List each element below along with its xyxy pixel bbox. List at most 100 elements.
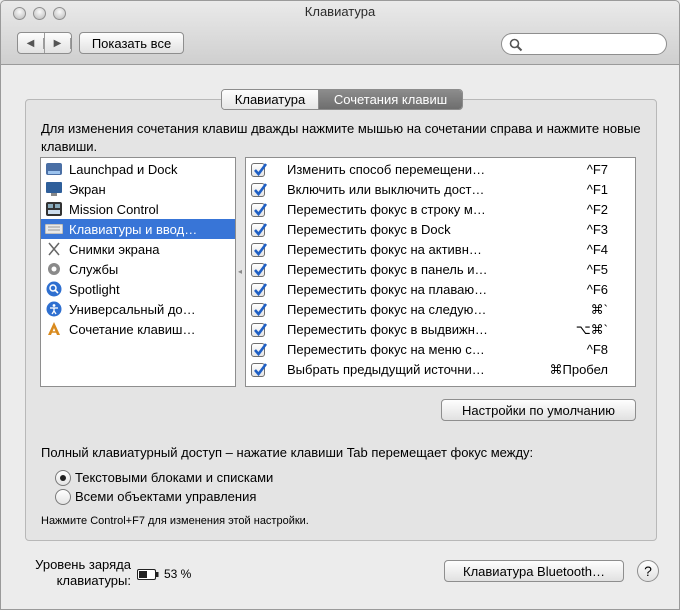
checkmark-icon	[254, 343, 268, 357]
shortcut-checkbox[interactable]	[251, 263, 268, 277]
split-view-divider[interactable]: ◂	[238, 267, 242, 276]
shortcut-checkbox[interactable]	[251, 183, 268, 197]
back-button[interactable]: ◀	[18, 33, 45, 53]
mission-control-icon	[45, 201, 63, 217]
checkmark-icon	[254, 183, 268, 197]
screenshot-icon	[45, 241, 63, 257]
back-arrow-icon: ◀	[18, 37, 44, 49]
checkmark-icon	[254, 163, 268, 177]
category-item-services[interactable]: Службы	[41, 259, 235, 279]
category-item-keyboard[interactable]: Клавиатуры и ввод…	[41, 219, 235, 239]
shortcut-checkbox[interactable]	[251, 283, 268, 297]
keyboard-icon	[45, 221, 63, 237]
radio-text-boxes[interactable]	[55, 470, 71, 486]
category-list[interactable]: Launchpad и Dock Экран Mission Control К…	[40, 157, 236, 387]
tab-shortcuts[interactable]: Сочетания клавиш	[319, 90, 462, 109]
tab-bar: Клавиатура Сочетания клавиш	[221, 89, 463, 110]
shortcut-key[interactable]: ^F8	[587, 342, 608, 357]
shortcut-action: Переместить фокус на активн…	[287, 242, 482, 257]
shortcut-action: Выбрать предыдущий источни…	[287, 362, 485, 377]
shortcut-checkbox[interactable]	[251, 163, 268, 177]
full-access-hint: Нажмите Control+F7 для изменения этой на…	[41, 515, 309, 527]
checkmark-icon	[254, 203, 268, 217]
category-item-launchpad[interactable]: Launchpad и Dock	[41, 159, 235, 179]
category-label: Launchpad и Dock	[69, 161, 178, 177]
tab-keyboard[interactable]: Клавиатура	[222, 90, 319, 109]
checkmark-icon	[254, 363, 268, 377]
category-label: Универсальный до…	[69, 301, 196, 317]
checkmark-icon	[254, 323, 268, 337]
shortcuts-description: Для изменения сочетания клавиш дважды на…	[41, 121, 641, 154]
shortcut-action: Переместить фокус в выдвижн…	[287, 322, 488, 337]
category-item-mission-control[interactable]: Mission Control	[41, 199, 235, 219]
app-shortcuts-icon	[45, 321, 63, 337]
help-button[interactable]: ?	[637, 560, 659, 582]
shortcut-row[interactable]: Переместить фокус в панель и… ^F5	[246, 260, 635, 280]
category-label: Клавиатуры и ввод…	[69, 221, 198, 237]
category-label: Spotlight	[69, 281, 120, 297]
shortcut-row[interactable]: Переместить фокус в строку м… ^F2	[246, 200, 635, 220]
shortcut-key[interactable]: ^F4	[587, 242, 608, 257]
battery-percent: 53 %	[164, 567, 192, 581]
shortcut-key[interactable]: ⌥⌘`	[576, 322, 608, 338]
title-bar: Клавиатура ◀ ▶ Показать все	[1, 1, 679, 65]
shortcut-key[interactable]: ^F3	[587, 222, 608, 237]
restore-defaults-button[interactable]: Настройки по умолчанию	[441, 399, 636, 421]
category-item-display[interactable]: Экран	[41, 179, 235, 199]
category-label: Mission Control	[69, 201, 159, 217]
shortcut-row[interactable]: Переместить фокус на следую… ⌘`	[246, 300, 635, 320]
shortcut-row[interactable]: Включить или выключить дост… ^F1	[246, 180, 635, 200]
shortcut-row[interactable]: Переместить фокус в Dock ^F3	[246, 220, 635, 240]
window-title: Клавиатура	[304, 4, 376, 19]
shortcut-checkbox[interactable]	[251, 323, 268, 337]
category-item-accessibility[interactable]: Универсальный до…	[41, 299, 235, 319]
shortcut-checkbox[interactable]	[251, 363, 268, 377]
shortcut-key[interactable]: ⌘Пробел	[550, 362, 609, 378]
shortcut-checkbox[interactable]	[251, 203, 268, 217]
shortcut-row[interactable]: Переместить фокус на плаваю… ^F6	[246, 280, 635, 300]
shortcuts-list[interactable]: Изменить способ перемещени… ^F7 Включить…	[245, 157, 636, 387]
search-field[interactable]	[501, 33, 667, 55]
shortcut-action: Переместить фокус в панель и…	[287, 262, 488, 277]
shortcut-action: Включить или выключить дост…	[287, 182, 485, 197]
launchpad-icon	[45, 161, 63, 177]
bluetooth-keyboard-button[interactable]: Клавиатура Bluetooth…	[444, 560, 624, 582]
shortcut-checkbox[interactable]	[251, 243, 268, 257]
category-label: Службы	[69, 261, 119, 277]
shortcut-checkbox[interactable]	[251, 343, 268, 357]
shortcut-key[interactable]: ^F6	[587, 282, 608, 297]
shortcut-row[interactable]: Изменить способ перемещени… ^F7	[246, 160, 635, 180]
shortcut-row[interactable]: Переместить фокус на меню с… ^F8	[246, 340, 635, 360]
forward-button[interactable]: ▶	[45, 33, 71, 53]
shortcut-key[interactable]: ^F7	[587, 162, 608, 177]
shortcut-checkbox[interactable]	[251, 303, 268, 317]
battery-label: Уровень заряда клавиатуры:	[35, 557, 131, 588]
shortcut-action: Изменить способ перемещени…	[287, 162, 486, 177]
radio-text-boxes-label[interactable]: Текстовыми блоками и списками	[75, 470, 273, 485]
shortcut-key[interactable]: ^F5	[587, 262, 608, 277]
display-icon	[45, 181, 63, 197]
category-item-app-shortcuts[interactable]: Сочетание клавиш…	[41, 319, 235, 339]
category-label: Сочетание клавиш…	[69, 321, 196, 337]
shortcut-key[interactable]: ^F2	[587, 202, 608, 217]
full-access-label: Полный клавиатурный доступ – нажатие кла…	[41, 445, 534, 460]
shortcut-checkbox[interactable]	[251, 223, 268, 237]
search-input[interactable]	[526, 36, 660, 52]
shortcut-key[interactable]: ⌘`	[591, 302, 608, 318]
show-all-button[interactable]: Показать все	[79, 32, 184, 54]
category-item-screenshots[interactable]: Снимки экрана	[41, 239, 235, 259]
category-label: Снимки экрана	[69, 241, 160, 257]
gear-icon	[45, 261, 63, 277]
shortcut-row[interactable]: Выбрать предыдущий источни… ⌘Пробел	[246, 360, 635, 380]
shortcut-row[interactable]: Переместить фокус на активн… ^F4	[246, 240, 635, 260]
checkmark-icon	[254, 283, 268, 297]
battery-icon	[137, 569, 159, 580]
category-item-spotlight[interactable]: Spotlight	[41, 279, 235, 299]
checkmark-icon	[254, 303, 268, 317]
checkmark-icon	[254, 223, 268, 237]
radio-all-controls[interactable]	[55, 489, 71, 505]
radio-all-controls-label[interactable]: Всеми объектами управления	[75, 489, 256, 504]
shortcut-row[interactable]: Переместить фокус в выдвижн… ⌥⌘`	[246, 320, 635, 340]
preferences-window: Клавиатура ◀ ▶ Показать все Клавиатура С…	[0, 0, 680, 610]
shortcut-key[interactable]: ^F1	[587, 182, 608, 197]
